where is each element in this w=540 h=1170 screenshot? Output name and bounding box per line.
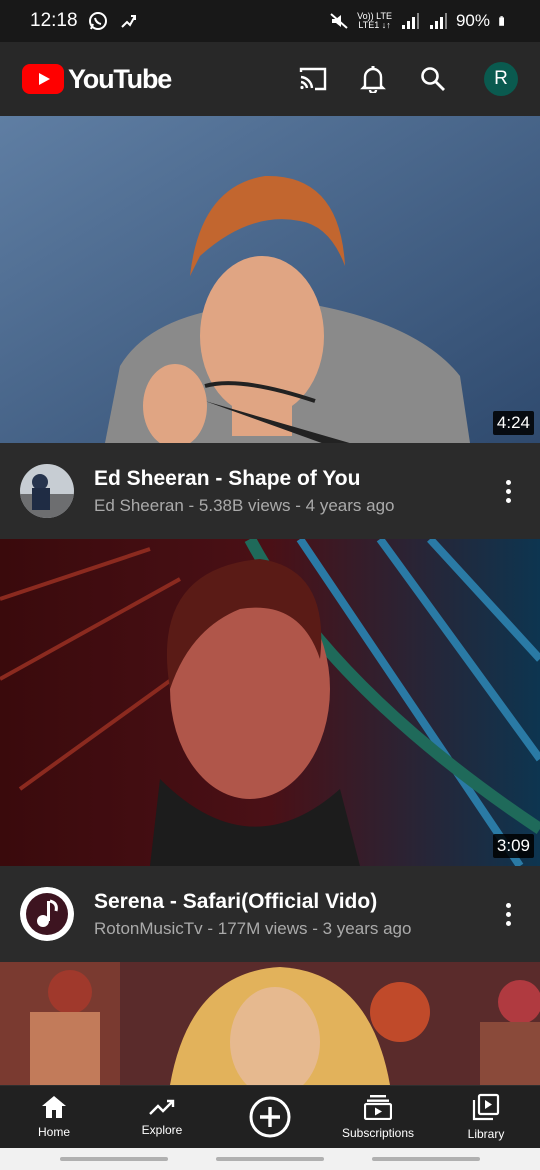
- more-dot-icon: [505, 497, 511, 503]
- more-options-button[interactable]: [496, 471, 520, 511]
- gesture-handle[interactable]: [60, 1157, 168, 1161]
- video-meta-row[interactable]: Ed Sheeran - Shape of You Ed Sheeran - 5…: [0, 443, 540, 539]
- nav-library[interactable]: Library: [432, 1086, 540, 1148]
- music-note-icon: [20, 887, 74, 941]
- battery-icon: [499, 16, 504, 26]
- more-dot-icon: [505, 911, 511, 917]
- search-icon: [421, 67, 445, 91]
- channel-avatar[interactable]: [20, 887, 74, 941]
- nav-home[interactable]: Home: [0, 1086, 108, 1148]
- video-thumbnail[interactable]: [0, 962, 540, 1085]
- battery-percent: 90%: [455, 11, 490, 30]
- library-icon: [472, 1093, 500, 1121]
- add-circle-icon: [249, 1096, 291, 1138]
- video-duration: 3:09: [492, 834, 534, 858]
- whatsapp-icon: [88, 12, 107, 30]
- bottom-navigation: Home Explore Subscriptions Library: [0, 1085, 540, 1148]
- logo-text: YouTube: [68, 63, 172, 94]
- more-dot-icon: [505, 479, 511, 485]
- nav-subscriptions[interactable]: Subscriptions: [324, 1086, 432, 1148]
- video-meta-row[interactable]: Serena - Safari(Official Vido) RotonMusi…: [0, 866, 540, 962]
- avatar-initial: R: [494, 68, 508, 89]
- gesture-handle[interactable]: [216, 1157, 324, 1161]
- subscriptions-icon: [364, 1095, 392, 1120]
- create-button[interactable]: [216, 1086, 324, 1148]
- missed-call-icon: [120, 15, 136, 28]
- thumbnail-image: [0, 539, 540, 866]
- trending-icon: [149, 1099, 175, 1115]
- nav-subscriptions-label: Subscriptions: [341, 1126, 415, 1140]
- home-icon: [42, 1096, 66, 1118]
- mute-icon: [330, 13, 348, 29]
- thumbnail-image: [0, 962, 540, 1085]
- thumbnail-image: [0, 116, 540, 443]
- gesture-handle[interactable]: [372, 1157, 480, 1161]
- channel-avatar-image: [20, 464, 74, 518]
- more-options-button[interactable]: [496, 894, 520, 934]
- notifications-bell-icon: [360, 66, 386, 93]
- cast-button[interactable]: [298, 64, 328, 94]
- channel-avatar[interactable]: [20, 464, 74, 518]
- status-time: 12:18: [30, 10, 78, 31]
- app-bar: YouTube R: [0, 42, 540, 116]
- more-dot-icon: [505, 902, 511, 908]
- nav-explore-label: Explore: [141, 1123, 183, 1137]
- system-gesture-bar: [0, 1148, 540, 1170]
- signal-icon-1: [401, 13, 419, 29]
- status-bar: 12:18 Vo)) LTE LTE1 ↓↑ 90%: [0, 0, 540, 42]
- volte-indicator: Vo)) LTE LTE1 ↓↑: [357, 11, 392, 30]
- signal-icon-2: [429, 13, 447, 29]
- video-subtitle: Ed Sheeran - 5.38B views - 4 years ago: [94, 496, 395, 515]
- search-button[interactable]: [418, 64, 448, 94]
- more-dot-icon: [505, 488, 511, 494]
- video-title[interactable]: Serena - Safari(Official Vido): [94, 889, 411, 915]
- cast-icon: [299, 67, 327, 91]
- video-thumbnail[interactable]: 3:09: [0, 539, 540, 866]
- video-duration: 4:24: [492, 411, 534, 435]
- youtube-logo[interactable]: YouTube: [22, 63, 172, 95]
- account-avatar[interactable]: R: [484, 62, 518, 96]
- youtube-play-icon: [22, 64, 64, 94]
- video-subtitle: RotonMusicTv - 177M views - 3 years ago: [94, 919, 412, 938]
- video-thumbnail[interactable]: 4:24: [0, 116, 540, 443]
- more-dot-icon: [505, 920, 511, 926]
- video-title[interactable]: Ed Sheeran - Shape of You: [94, 466, 395, 492]
- nav-home-label: Home: [37, 1125, 70, 1139]
- notifications-button[interactable]: [358, 64, 388, 94]
- nav-explore[interactable]: Explore: [108, 1086, 216, 1148]
- nav-library-label: Library: [467, 1127, 505, 1141]
